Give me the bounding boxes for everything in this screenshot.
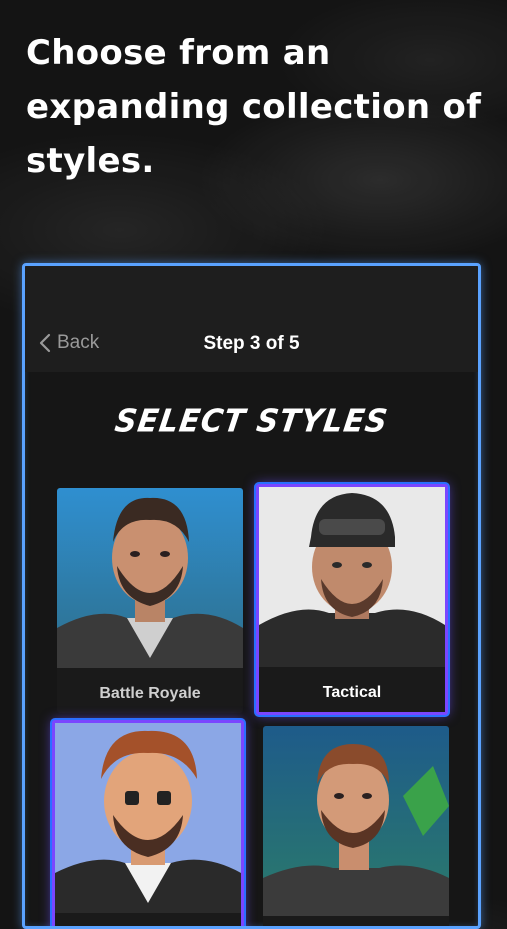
style-card-tactical[interactable]: Tactical [256, 484, 448, 715]
style-card-cartoon[interactable] [52, 720, 244, 926]
app-preview-frame: Back Step 3 of 5 SELECT STYLES Battle Ro… [22, 263, 481, 929]
style-card-battle-royale[interactable]: Battle Royale [57, 488, 243, 713]
select-styles-logo: SELECT STYLES [112, 403, 391, 440]
style-card-realistic[interactable] [263, 726, 449, 926]
style-image-battle-royale [57, 488, 243, 668]
nav-bar: Back Step 3 of 5 [25, 266, 478, 372]
style-image-tactical [259, 487, 445, 667]
style-image-cartoon [55, 723, 241, 913]
style-label: Battle Royale [99, 685, 201, 702]
style-label: Tactical [322, 684, 382, 701]
step-indicator: Step 3 of 5 [203, 333, 300, 354]
headline: Choose from an expanding collection of s… [26, 33, 482, 181]
style-image-realistic [263, 726, 449, 916]
